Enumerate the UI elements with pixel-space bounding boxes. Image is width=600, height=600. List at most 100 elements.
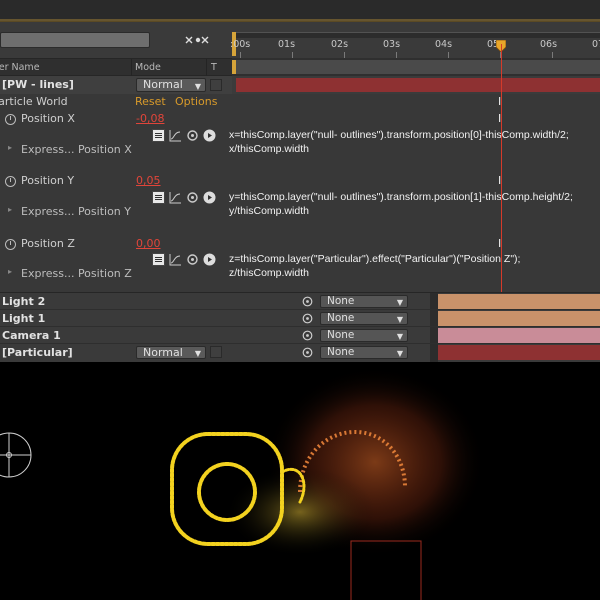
- property-value[interactable]: -0,08: [136, 112, 164, 125]
- expression-menu-icon[interactable]: [203, 191, 216, 204]
- expression-line: y/thisComp.width: [229, 205, 309, 217]
- graph-editor-icon[interactable]: [184, 34, 212, 46]
- timeline-panel: :00s 01s 02s 03s 04s 05s 06s 07s Layer N…: [0, 0, 600, 362]
- blend-mode-dropdown[interactable]: Normal ▼: [136, 78, 206, 92]
- expression-label: Express... Position Z: [21, 267, 132, 280]
- effect-name[interactable]: Particle World: [0, 95, 68, 108]
- composition-render: [0, 367, 485, 600]
- reset-link[interactable]: Reset: [135, 95, 166, 108]
- current-time-indicator-line[interactable]: [501, 44, 502, 294]
- blend-mode-dropdown[interactable]: Normal ▼: [136, 346, 206, 359]
- layer-duration-bar[interactable]: [438, 294, 600, 309]
- layer-row-particular[interactable]: [Particular] Normal ▼ None ▼: [0, 344, 600, 361]
- parent-pickwhip-icon[interactable]: [302, 330, 313, 341]
- parent-dropdown[interactable]: None ▼: [320, 346, 408, 359]
- layer-duration-bar[interactable]: [438, 345, 600, 360]
- property-value[interactable]: 0,00: [136, 237, 161, 250]
- expression-menu-icon[interactable]: [203, 129, 216, 142]
- expression-label: Express... Position X: [21, 143, 132, 156]
- options-link[interactable]: Options: [175, 95, 217, 108]
- layer-duration-bar[interactable]: [438, 328, 600, 343]
- parent-dropdown[interactable]: None ▼: [320, 295, 408, 308]
- property-name: Position Z: [21, 237, 75, 250]
- property-row-position-x[interactable]: Position X -0,08: [0, 111, 232, 128]
- parent-pickwhip-icon[interactable]: [302, 313, 313, 324]
- panel-title-strip: [0, 0, 600, 22]
- expression-enable-icon[interactable]: [152, 253, 165, 266]
- trkmat-checkbox[interactable]: [210, 79, 222, 91]
- expression-row-position-x: ▸ Express... Position X: [0, 128, 232, 173]
- property-name: Position Y: [21, 174, 75, 187]
- expression-enable-icon[interactable]: [152, 129, 165, 142]
- layer-row-light-1[interactable]: Light 1 None ▼: [0, 310, 600, 327]
- stopwatch-icon[interactable]: [5, 114, 16, 125]
- layer-name[interactable]: Camera 1: [2, 329, 61, 342]
- layer-row-pw-lines[interactable]: [PW - lines] Normal ▼: [0, 76, 232, 94]
- search-input[interactable]: [0, 32, 150, 48]
- twirl-arrow-icon[interactable]: ▸: [8, 267, 12, 276]
- expression-line: x=thisComp.layer("null- outlines").trans…: [229, 129, 569, 141]
- parent-value: None: [327, 295, 355, 307]
- expression-editor-position-y[interactable]: y=thisComp.layer("null- outlines").trans…: [229, 190, 573, 218]
- expression-line: z/thisComp.width: [229, 267, 309, 279]
- property-value[interactable]: 0,05: [136, 174, 161, 187]
- chevron-down-icon: ▼: [194, 349, 201, 358]
- property-row-position-y[interactable]: Position Y 0,05: [0, 173, 232, 190]
- twirl-arrow-icon[interactable]: ▸: [8, 205, 12, 214]
- tick-label-1: 01s: [278, 39, 296, 50]
- layer-duration-bar[interactable]: [438, 311, 600, 326]
- tick-label-3: 03s: [383, 39, 401, 50]
- parent-pickwhip-icon[interactable]: [302, 296, 313, 307]
- chevron-down-icon: ▼: [396, 298, 403, 307]
- parent-pickwhip-icon[interactable]: [302, 347, 313, 358]
- mode-column[interactable]: Mode: [135, 62, 161, 73]
- expression-graph-icon[interactable]: [169, 129, 182, 142]
- composition-viewer[interactable]: [0, 362, 600, 600]
- pickwhip-icon[interactable]: [186, 191, 199, 204]
- pickwhip-icon[interactable]: [186, 253, 199, 266]
- expression-graph-icon[interactable]: [169, 253, 182, 266]
- tick-label-7: 07s: [592, 39, 600, 50]
- chevron-down-icon: ▼: [396, 315, 403, 324]
- expression-line: x/thisComp.width: [229, 143, 309, 155]
- parent-value: None: [327, 346, 355, 358]
- time-ruler[interactable]: :00s 01s 02s 03s 04s 05s 06s 07s: [230, 22, 600, 58]
- parent-dropdown[interactable]: None ▼: [320, 329, 408, 342]
- expression-row-position-z: ▸ Express... Position Z: [0, 252, 232, 292]
- time-navigator[interactable]: [232, 32, 600, 38]
- stopwatch-icon[interactable]: [5, 176, 16, 187]
- trkmat-column[interactable]: T: [211, 62, 217, 73]
- layer-name[interactable]: [PW - lines]: [2, 78, 74, 91]
- chevron-down-icon: ▼: [194, 82, 201, 91]
- effect-row-particle-world[interactable]: Particle World Reset Options: [0, 94, 232, 111]
- particle-cloud: [225, 367, 485, 557]
- layer-name-column[interactable]: Layer Name: [0, 62, 40, 73]
- layer-duration-bar[interactable]: [236, 78, 600, 92]
- expression-enable-icon[interactable]: [152, 191, 165, 204]
- stopwatch-icon[interactable]: [5, 239, 16, 250]
- layer-row-camera-1[interactable]: Camera 1 None ▼: [0, 327, 600, 344]
- twirl-arrow-icon[interactable]: ▸: [8, 143, 12, 152]
- layer-row-light-2[interactable]: Light 2 None ▼: [0, 293, 600, 310]
- pickwhip-icon[interactable]: [186, 129, 199, 142]
- work-area-bar[interactable]: [236, 60, 600, 74]
- parent-value: None: [327, 312, 355, 324]
- light-gizmo-icon[interactable]: [0, 432, 32, 478]
- layer-name[interactable]: Light 1: [2, 312, 45, 325]
- parent-dropdown[interactable]: None ▼: [320, 312, 408, 325]
- expression-menu-icon[interactable]: [203, 253, 216, 266]
- expression-graph-icon[interactable]: [169, 191, 182, 204]
- layer-track-pw-lines: [232, 76, 600, 94]
- tick-label-2: 02s: [331, 39, 349, 50]
- layer-name[interactable]: Light 2: [2, 295, 45, 308]
- trkmat-checkbox[interactable]: [210, 346, 222, 358]
- expression-editor-position-x[interactable]: x=thisComp.layer("null- outlines").trans…: [229, 128, 569, 156]
- expression-editor-position-z[interactable]: z=thisComp.layer("Particular").effect("P…: [229, 252, 520, 280]
- blend-mode-value: Normal: [143, 346, 183, 359]
- chevron-down-icon: ▼: [396, 332, 403, 341]
- expression-label: Express... Position Y: [21, 205, 131, 218]
- property-name: Position X: [21, 112, 75, 125]
- property-row-position-z[interactable]: Position Z 0,00: [0, 236, 232, 253]
- timeline-toolbar: [0, 22, 232, 58]
- layer-name[interactable]: [Particular]: [2, 346, 73, 359]
